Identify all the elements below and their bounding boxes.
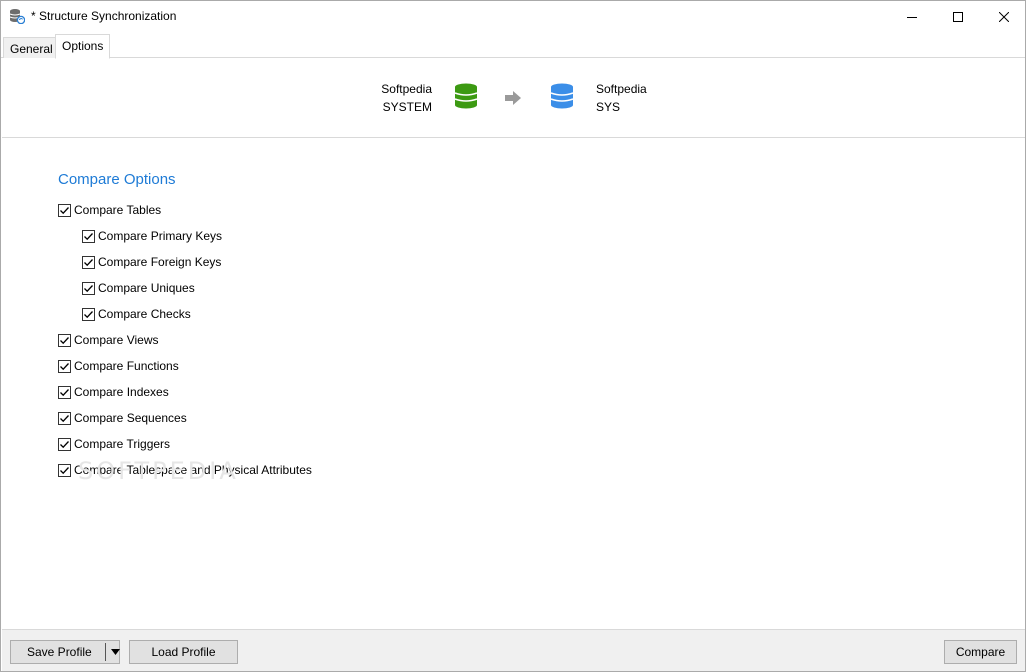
checkbox[interactable] [58, 411, 71, 425]
checkmark-icon [60, 206, 69, 214]
checkmark-icon [60, 440, 69, 448]
target-server-name: Softpedia [596, 82, 647, 96]
option-label: Compare Foreign Keys [98, 255, 222, 269]
checkbox[interactable] [58, 333, 71, 347]
compare-button[interactable]: Compare [944, 640, 1017, 664]
option-label: Compare Indexes [74, 385, 169, 399]
option-compare-indexes[interactable]: Compare Indexes [58, 383, 169, 401]
checkmark-icon [84, 258, 93, 266]
maximize-icon [953, 11, 963, 22]
option-compare-primary-keys[interactable]: Compare Primary Keys [82, 227, 222, 245]
checkbox[interactable] [58, 203, 71, 217]
source-connection-label: Softpedia SYSTEM [381, 80, 432, 116]
target-connection-label: Softpedia SYS [596, 80, 647, 116]
options-panel: Compare Options Compare Tables Compare P… [2, 139, 1025, 629]
option-label: Compare Primary Keys [98, 229, 223, 243]
split-divider [105, 643, 106, 661]
option-label: Compare Tables [74, 203, 162, 217]
checkmark-icon [84, 310, 93, 318]
checkmark-icon [60, 466, 69, 474]
window-title: * Structure Synchronization [31, 9, 177, 23]
footer-bar: Save Profile Load Profile Compare [2, 629, 1025, 671]
option-compare-checks[interactable]: Compare Checks [82, 305, 191, 323]
tab-options[interactable]: Options [55, 34, 111, 59]
save-profile-dropdown[interactable] [109, 643, 121, 661]
checkmark-icon [60, 414, 69, 422]
checkmark-icon [60, 336, 69, 344]
option-label: Compare Sequences [74, 411, 187, 425]
source-server-name: Softpedia [381, 82, 432, 96]
tab-bar: General Options [1, 34, 1025, 59]
close-button[interactable] [981, 1, 1026, 32]
option-label: Compare Uniques [98, 281, 195, 295]
option-label: Compare Views [74, 333, 159, 347]
arrow-right-icon [505, 91, 521, 108]
load-profile-button[interactable]: Load Profile [129, 640, 238, 664]
source-schema-name: SYSTEM [382, 100, 432, 114]
option-label: Compare Functions [74, 359, 179, 373]
checkbox[interactable] [58, 359, 71, 373]
maximize-button[interactable] [935, 1, 981, 32]
save-profile-button[interactable]: Save Profile [10, 640, 120, 664]
close-icon [999, 11, 1009, 22]
database-blue-icon [550, 83, 574, 112]
tab-general[interactable]: General [3, 37, 60, 58]
checkbox[interactable] [58, 437, 71, 451]
checkmark-icon [60, 388, 69, 396]
title-bar: * Structure Synchronization [1, 1, 1025, 32]
option-compare-functions[interactable]: Compare Functions [58, 357, 179, 375]
option-compare-sequences[interactable]: Compare Sequences [58, 409, 187, 427]
checkbox[interactable] [82, 307, 95, 321]
checkbox[interactable] [58, 385, 71, 399]
checkmark-icon [84, 232, 93, 240]
checkmark-icon [60, 362, 69, 370]
app-database-sync-icon [9, 8, 26, 25]
option-compare-uniques[interactable]: Compare Uniques [82, 279, 195, 297]
minimize-icon [907, 16, 917, 18]
option-label: Compare Triggers [74, 437, 171, 451]
checkbox[interactable] [58, 463, 71, 477]
sync-direction-panel: Softpedia SYSTEM Softpedia SYS [2, 59, 1025, 138]
minimize-button[interactable] [889, 1, 935, 32]
checkbox[interactable] [82, 281, 95, 295]
checkbox[interactable] [82, 255, 95, 269]
watermark: SOFTPEDIA [78, 457, 239, 485]
save-profile-label: Save Profile [27, 645, 92, 659]
target-schema-name: SYS [596, 100, 621, 114]
option-label: Compare Checks [98, 307, 191, 321]
checkbox[interactable] [82, 229, 95, 243]
option-compare-foreign-keys[interactable]: Compare Foreign Keys [82, 253, 221, 271]
database-green-icon [454, 83, 478, 112]
option-compare-triggers[interactable]: Compare Triggers [58, 435, 170, 453]
option-compare-views[interactable]: Compare Views [58, 331, 158, 349]
checkmark-icon [84, 284, 93, 292]
option-compare-tables[interactable]: Compare Tables [58, 201, 161, 219]
chevron-down-icon [110, 649, 120, 655]
compare-options-heading: Compare Options [58, 171, 176, 188]
structure-sync-window: * Structure Synchronization General Opti… [0, 0, 1026, 672]
